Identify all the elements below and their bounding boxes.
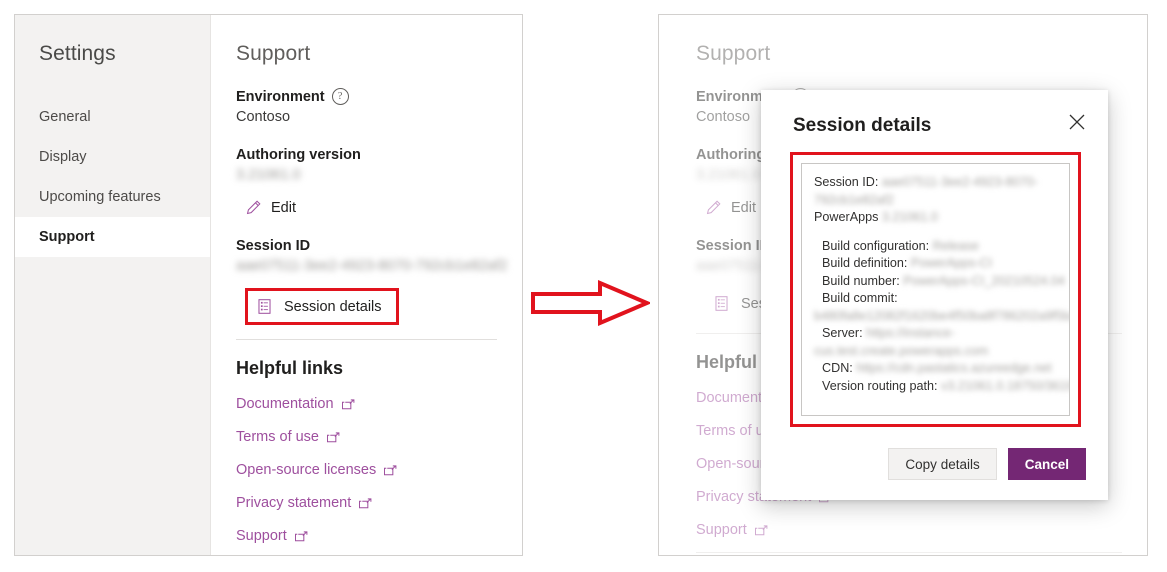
environment-value: Contoso [236,109,291,125]
link-open-source-licenses[interactable]: Open-source licenses [236,462,522,478]
page-title: Support [236,42,311,65]
session-details-highlight: Session ID: aae07511-3ee2-4923-8070- 792… [790,152,1081,427]
link-label: Terms of use [236,429,319,445]
session-details-button[interactable]: Session details [245,288,399,325]
list-details-icon [258,299,271,314]
authoring-version-label: Authoring version [236,147,361,163]
external-link-icon [384,464,397,475]
detail-label: Version routing path: [822,378,938,393]
edit-label: Edit [731,199,756,216]
external-link-icon [341,398,354,409]
cancel-button[interactable]: Cancel [1007,448,1086,480]
detail-label: CDN: [822,361,853,375]
session-id-label: Session ID [236,238,311,254]
detail-line: CDN: https://cdn.pastatics.azureedge.net [814,360,1057,378]
dialog-footer: Copy details Cancel [761,448,1086,480]
detail-label: Build definition: [822,256,908,270]
close-icon[interactable] [1066,111,1088,133]
session-id-value: aae07511-3ee2-4923-8070-792cb1e82af2 [236,258,508,274]
link-label: Support [236,528,287,544]
authoring-version-value: 3.21061.0 [236,167,301,183]
link-label: Open-source licenses [236,462,377,478]
detail-line: Version routing path: v3.21061.0.18750/3… [814,378,1069,396]
settings-sidebar: Settings General Display Upcoming featur… [15,15,211,555]
link-label: Privacy statement [236,495,352,511]
detail-value: PowerApps-CI [910,256,993,270]
detail-line: Build number: PowerApps-CI_20210524.04 [814,273,1065,291]
detail-value: https://cdn.pastatics.azureedge.net [856,361,1052,375]
link-documentation[interactable]: Documentation [236,396,522,412]
content-divider [236,339,497,340]
page-title: Support [696,42,771,65]
detail-value: 3.21061.0 [881,210,938,224]
settings-panel-before: Settings General Display Upcoming featur… [14,14,523,556]
external-link-icon [327,431,340,442]
sidebar-item-upcoming-features[interactable]: Upcoming features [15,177,210,217]
flow-arrow [531,280,650,326]
detail-label: Build commit: [822,291,898,305]
detail-value: aae07511-3ee2-4923-8070- [881,175,1038,189]
detail-label: Server: [822,326,863,340]
external-link-icon [754,524,768,535]
sidebar-title: Settings [39,42,116,65]
detail-line: b480fa8e12082f1620be4f50ba8f786202a9f5ba… [814,308,1069,326]
detail-label: Build configuration: [822,238,930,253]
detail-value: Release [932,238,979,253]
sidebar-item-general[interactable]: General [15,97,210,137]
environment-label: Environment [236,88,325,105]
detail-line: PowerApps 3.21061.0 [814,209,1057,227]
helpful-links-heading: Helpful links [236,358,344,378]
pencil-icon [706,200,721,215]
session-details-dialog: Session details Session ID: aae07511-3ee… [761,90,1108,500]
pencil-icon [246,200,261,215]
environment-label-row: Environment ? [236,88,522,105]
detail-value: v3.21061.0.18750/3619 [941,378,1070,393]
sidebar-nav-list: General Display Upcoming features Suppor… [15,97,210,257]
list-details-icon [715,296,728,311]
help-icon[interactable]: ? [331,88,349,105]
link-support[interactable]: Support [236,528,522,544]
link-privacy-statement[interactable]: Privacy statement [236,495,522,511]
edit-button[interactable]: Edit [245,199,522,216]
detail-value: 792cb1e82af2 [814,192,894,207]
dialog-title: Session details [793,115,932,136]
detail-label: Build number: [822,273,900,288]
detail-value: PowerApps-CI_20210524.04 [903,273,1065,288]
detail-line: Server: https://instance- [814,325,1057,343]
detail-line: Build definition: PowerApps-CI [814,255,1057,273]
link-support: Support [696,522,1147,538]
detail-spacer [814,227,1057,238]
link-label: Support [696,522,747,538]
session-details-label: Session details [284,298,382,315]
detail-value: https://instance- [866,326,955,340]
content-bottom-divider [696,552,1122,553]
edit-label: Edit [271,199,296,216]
session-details-textbox[interactable]: Session ID: aae07511-3ee2-4923-8070- 792… [801,163,1070,416]
sidebar-item-support[interactable]: Support [15,217,210,257]
detail-label: PowerApps [814,210,879,224]
sidebar-item-display[interactable]: Display [15,137,210,177]
link-terms-of-use[interactable]: Terms of use [236,429,522,445]
copy-details-button[interactable]: Copy details [888,448,997,480]
support-content: Support Environment ? Contoso Authoring … [211,15,522,555]
detail-line: 792cb1e82af2 [814,192,1057,210]
detail-line: Session ID: aae07511-3ee2-4923-8070- [814,174,1057,192]
detail-value: b480fa8e12082f1620be4f50ba8f786202a9f5ba… [814,308,1070,323]
detail-value: cus.test.create.powerapps.com [814,343,989,358]
detail-label: Session ID: [814,175,879,189]
detail-line: Build configuration: Release [814,238,1057,256]
external-link-icon [294,530,308,541]
link-label: Documentation [236,396,334,412]
detail-line: cus.test.create.powerapps.com [814,343,1057,361]
external-link-icon [359,497,372,508]
detail-line: Build commit: [814,290,1057,308]
